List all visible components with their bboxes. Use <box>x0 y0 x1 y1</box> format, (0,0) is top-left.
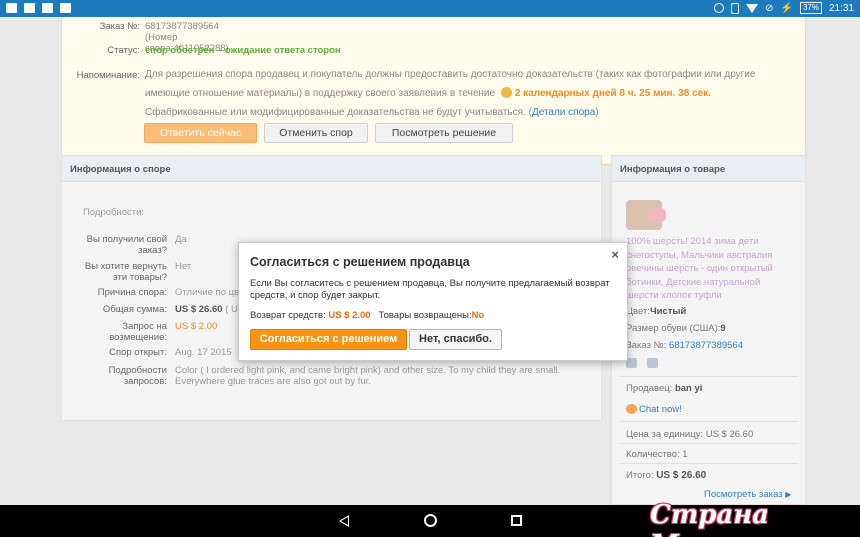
charging-icon: ⚡ <box>780 2 793 14</box>
notification-icons <box>6 3 71 13</box>
do-not-disturb-icon <box>714 3 725 13</box>
notification-icon <box>42 3 53 13</box>
watermark-logo: Страна Мам.ру <box>650 500 770 537</box>
dialog-title: Согласиться с решением продавца <box>250 255 470 269</box>
dialog-message: Если Вы согласитесь с решением продавца,… <box>250 278 610 301</box>
vibrate-icon <box>731 2 740 14</box>
status-bar: ⊘ ⚡ 37% 21:31 <box>0 0 860 17</box>
agree-decision-dialog: Согласиться с решением продавца × Если В… <box>238 242 628 361</box>
notification-icon <box>60 3 71 13</box>
decline-button[interactable]: Нет, спасибо. <box>409 329 502 350</box>
goods-returned-value: No <box>471 310 485 321</box>
home-icon[interactable] <box>424 514 437 527</box>
system-icons: ⊘ ⚡ 37% 21:31 <box>714 2 854 14</box>
battery-level: 37% <box>799 2 822 14</box>
no-sim-icon: ⊘ <box>765 2 774 14</box>
close-icon[interactable]: × <box>611 247 619 262</box>
wifi-icon <box>746 4 759 13</box>
back-icon[interactable] <box>339 515 349 527</box>
clock: 21:31 <box>828 2 854 14</box>
agree-decision-button[interactable]: Согласиться с решением <box>250 329 407 350</box>
dialog-refund-info: Возврат средств: US $ 2.00 Товары возвра… <box>250 310 485 321</box>
recent-apps-icon[interactable] <box>511 515 522 526</box>
notification-icon <box>6 3 17 13</box>
page-content: Заказ №: 68173877389564 (Номер спора:401… <box>0 17 860 505</box>
notification-icon <box>24 3 35 13</box>
refund-amount: US $ 2.00 <box>328 310 371 321</box>
modal-overlay: Согласиться с решением продавца × Если В… <box>0 17 860 505</box>
